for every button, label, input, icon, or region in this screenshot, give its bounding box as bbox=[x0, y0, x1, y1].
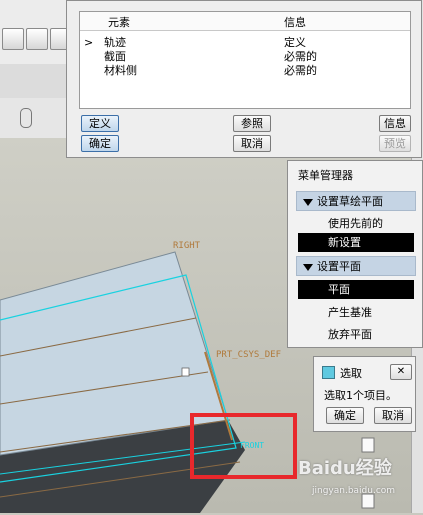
table-row[interactable]: > 轨迹 定义 bbox=[80, 36, 410, 50]
menu-section-set-plane[interactable]: 设置平面 bbox=[296, 256, 416, 276]
element-name: 材料侧 bbox=[104, 64, 137, 77]
select-ok-button[interactable]: 确定 bbox=[326, 407, 364, 424]
preview-button[interactable]: 预览 bbox=[379, 135, 411, 152]
datum-label-right: RIGHT bbox=[173, 241, 201, 251]
close-icon[interactable]: ✕ bbox=[390, 364, 412, 380]
datum-tool-icon[interactable] bbox=[356, 434, 382, 456]
column-header-info: 信息 bbox=[284, 16, 306, 29]
menu-manager-title: 菜单管理器 bbox=[298, 169, 353, 182]
element-name: 轨迹 bbox=[104, 36, 126, 49]
menu-item-create-datum[interactable]: 产生基准 bbox=[298, 303, 414, 322]
menu-item-new-setup[interactable]: 新设置 bbox=[298, 233, 414, 252]
reference-button[interactable]: 参照 bbox=[233, 115, 271, 132]
table-row[interactable]: 材料侧 必需的 bbox=[80, 64, 410, 78]
cancel-button[interactable]: 取消 bbox=[233, 135, 271, 152]
csys-label: PRT_CSYS_DEF bbox=[216, 350, 281, 360]
element-table-header: 元素 信息 bbox=[80, 12, 410, 31]
csys-marker-icon bbox=[181, 367, 190, 377]
element-name: 截面 bbox=[104, 50, 126, 63]
menu-section-label: 设置草绘平面 bbox=[317, 195, 383, 208]
menu-item-plane[interactable]: 平面 bbox=[298, 280, 414, 299]
watermark-brand: Baidu经验 bbox=[298, 458, 392, 479]
menu-section-label: 设置平面 bbox=[317, 260, 361, 273]
table-row[interactable]: 截面 必需的 bbox=[80, 50, 410, 64]
element-info: 定义 bbox=[284, 36, 306, 49]
select-dialog: 选取 ✕ 选取1个项目。 确定 取消 bbox=[313, 356, 416, 432]
info-button[interactable]: 信息 bbox=[379, 115, 411, 132]
element-table: 元素 信息 > 轨迹 定义 截面 必需的 材料侧 必需的 bbox=[79, 11, 411, 109]
menu-item-quit-plane[interactable]: 放弃平面 bbox=[298, 325, 414, 344]
column-header-element: 元素 bbox=[108, 16, 130, 29]
menu-item-use-previous[interactable]: 使用先前的 bbox=[298, 214, 414, 233]
menu-section-sketch-plane[interactable]: 设置草绘平面 bbox=[296, 191, 416, 211]
select-icon bbox=[322, 366, 335, 379]
select-dialog-message: 选取1个项目。 bbox=[324, 389, 397, 402]
triangle-down-icon bbox=[303, 264, 313, 271]
triangle-down-icon bbox=[303, 199, 313, 206]
watermark-url: jingyan.baidu.com bbox=[312, 486, 396, 496]
element-info: 必需的 bbox=[284, 50, 317, 63]
select-cancel-button[interactable]: 取消 bbox=[374, 407, 412, 424]
datum-label-front: FRONT bbox=[240, 441, 264, 450]
define-button[interactable]: 定义 bbox=[81, 115, 119, 132]
menu-manager: 菜单管理器 设置草绘平面 使用先前的 新设置 设置平面 平面 产生基准 放弃平面 bbox=[287, 160, 423, 348]
element-info: 必需的 bbox=[284, 64, 317, 77]
ok-button[interactable]: 确定 bbox=[81, 135, 119, 152]
select-dialog-title: 选取 bbox=[340, 367, 362, 380]
current-row-marker: > bbox=[84, 36, 94, 49]
feature-definition-dialog: 元素 信息 > 轨迹 定义 截面 必需的 材料侧 必需的 定义 参照 信息 确定… bbox=[66, 0, 422, 158]
